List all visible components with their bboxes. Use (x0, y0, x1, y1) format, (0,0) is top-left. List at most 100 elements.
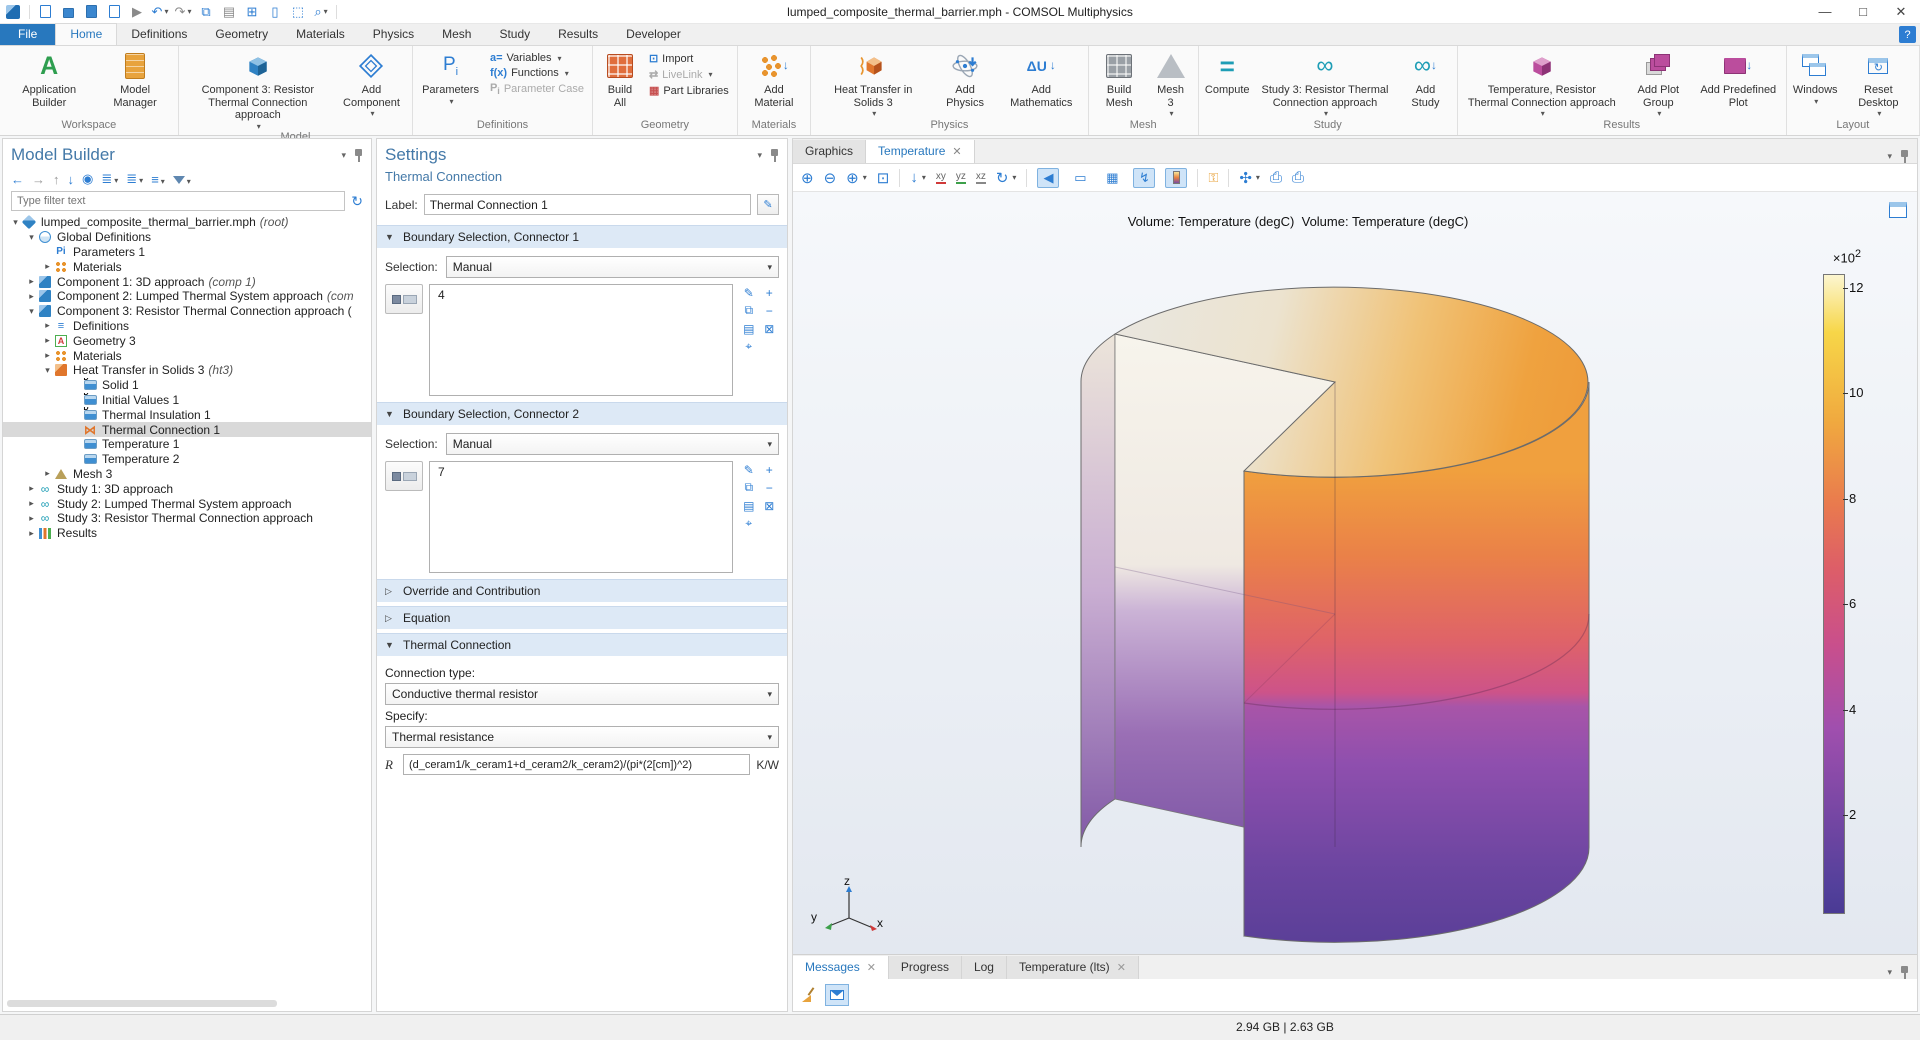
tree-item-definitions[interactable]: ▸ ≡ Definitions (3, 319, 371, 334)
tab-messages[interactable]: Messages ✕ (793, 956, 889, 979)
create-selection-button[interactable]: ✎ (739, 284, 759, 301)
show-axis-orientation-icon[interactable]: ↯ (1133, 167, 1156, 188)
thermal-resistance-input[interactable] (403, 754, 751, 775)
section-thermal-connection[interactable]: ▼ Thermal Connection (377, 633, 787, 656)
environment-reflections-icon[interactable]: ✣ ▾ (1239, 169, 1260, 187)
application-builder-button[interactable]: A Application Builder (4, 48, 94, 109)
tree-item-solid-1[interactable]: Solid 1 (3, 378, 371, 393)
show-icon[interactable]: ◉ (82, 171, 93, 187)
add-mathematics-button[interactable]: ΔU ↓ Add Mathematics (999, 48, 1084, 109)
selection-list-2[interactable]: 7 (429, 461, 733, 573)
specify-dropdown[interactable]: Thermal resistance (385, 726, 779, 748)
section-boundary-selection-connector-1[interactable]: ▼ Boundary Selection, Connector 1 (377, 225, 787, 248)
active-selection-toggle-2[interactable] (385, 461, 423, 491)
tab-file[interactable]: File (0, 24, 56, 45)
tab-results[interactable]: Results (544, 24, 612, 45)
run-icon[interactable]: ▶ (129, 4, 145, 19)
zoom-to-selection-button[interactable]: ⌖ (739, 515, 759, 532)
tree-item-study-2[interactable]: ▸ ∞ Study 2: Lumped Thermal System approac… (3, 496, 371, 511)
clear-selection-button[interactable]: ⊠ (760, 497, 780, 514)
add-physics-button[interactable]: Add Physics (933, 48, 996, 109)
tab-mesh[interactable]: Mesh (428, 24, 485, 45)
close-tab-icon[interactable]: ✕ (1117, 961, 1126, 974)
snapshot-camera-icon[interactable]: ⎙ (1270, 169, 1282, 186)
tab-temperature[interactable]: Temperature ✕ (866, 140, 975, 163)
section-equation[interactable]: ▷ Equation (377, 606, 787, 629)
tree-item-heat-transfer-in-solids-3[interactable]: ▾ Heat Transfer in Solids 3 (ht3) (3, 363, 371, 378)
zoom-to-selection-button[interactable]: ⌖ (739, 338, 759, 355)
view-xy-icon[interactable]: xy (935, 171, 946, 184)
new-file-icon[interactable] (37, 4, 53, 19)
temperature-3d-plot[interactable] (793, 192, 1893, 952)
tree-item-study-1[interactable]: ▸ ∞ Study 1: 3D approach (3, 481, 371, 496)
view-yz-icon[interactable]: yz (955, 171, 966, 184)
model-tree-nodes-icon[interactable]: ≡ ▾ (151, 172, 165, 187)
build-mesh-button[interactable]: Build Mesh (1093, 48, 1146, 109)
add-predefined-plot-button[interactable]: ↓ Add Predefined Plot (1695, 48, 1782, 109)
tab-log[interactable]: Log (961, 956, 1007, 979)
panel-menu-icon[interactable]: ▾ (341, 150, 346, 161)
clear-selection-button[interactable]: ⊠ (760, 320, 780, 337)
copy-selection-button[interactable]: ⧉ (739, 479, 759, 496)
zoom-in-icon[interactable]: ⊕ (801, 169, 814, 187)
parameters-button[interactable]: Pi Parameters ▾ (417, 48, 484, 106)
active-selection-toggle-1[interactable] (385, 284, 423, 314)
redo-icon[interactable]: ↷ ▾ (175, 4, 192, 19)
zoom-out-icon[interactable]: ⊖ (824, 169, 837, 187)
pin-icon[interactable] (354, 148, 363, 162)
panel-menu-icon[interactable]: ▾ (757, 150, 762, 161)
collapse-all-icon[interactable]: ≣ ▾ (101, 171, 118, 187)
show-color-legend-icon[interactable] (1165, 167, 1188, 188)
tab-geometry[interactable]: Geometry (201, 24, 282, 45)
zoom-box-icon[interactable]: ⊕ ▾ (846, 169, 867, 187)
select-icon[interactable]: ⬚ (290, 4, 306, 19)
add-material-button[interactable]: ↓ Add Material (742, 48, 806, 109)
tab-temperature-lts[interactable]: Temperature (lts) ✕ (1006, 956, 1139, 979)
paste-selection-button[interactable]: ▤ (739, 320, 759, 337)
tree-item-results[interactable]: ▸ Results (3, 526, 371, 541)
rotate-icon[interactable]: ↻ ▾ (996, 169, 1017, 187)
tree-item-component-3[interactable]: ▾ Component 3: Resistor Thermal Connectio… (3, 304, 371, 319)
close-tab-icon[interactable]: ✕ (867, 961, 876, 974)
filter-icon[interactable]: ▾ (172, 172, 191, 187)
add-to-selection-button[interactable]: + (760, 284, 780, 301)
tree-item-component-2[interactable]: ▸ Component 2: Lumped Thermal System appr… (3, 289, 371, 304)
tree-item-mesh-3[interactable]: ▸ Mesh 3 (3, 467, 371, 482)
section-override-and-contribution[interactable]: ▷ Override and Contribution (377, 579, 787, 602)
tab-physics[interactable]: Physics (359, 24, 428, 45)
pin-icon[interactable] (1900, 966, 1909, 979)
print-icon[interactable]: ⎙ (1292, 169, 1304, 186)
copy-icon[interactable]: ⧉ (198, 4, 214, 19)
remove-from-selection-button[interactable]: − (760, 302, 780, 319)
grid-icon[interactable]: ▦ (1101, 168, 1123, 188)
paste-icon[interactable]: ▤ (221, 4, 237, 19)
tab-progress[interactable]: Progress (888, 956, 962, 979)
rename-button[interactable]: ✎ (757, 194, 779, 215)
collapse-triangle-icon[interactable]: ▼ (385, 409, 395, 419)
variables-button[interactable]: a= Variables ▾ (490, 52, 584, 64)
part-libraries-button[interactable]: ▦ Part Libraries (649, 84, 729, 98)
add-plot-group-button[interactable]: Add Plot Group ▾ (1624, 48, 1693, 118)
minimize-button[interactable]: — (1806, 0, 1844, 23)
copy-selection-button[interactable]: ⧉ (739, 302, 759, 319)
selection-dropdown-2[interactable]: Manual (445, 433, 779, 455)
tree-item-global-definitions[interactable]: ▾ Global Definitions (3, 230, 371, 245)
add-component-button[interactable]: Add Component ▾ (335, 48, 408, 118)
tree-item-geometry-3[interactable]: ▸ A Geometry 3 (3, 333, 371, 348)
panel-menu-icon[interactable]: ▾ (1887, 967, 1892, 978)
tree-item-component-1[interactable]: ▸ Component 1: 3D approach (comp 1) (3, 274, 371, 289)
delete-icon[interactable]: ▯ (267, 4, 283, 19)
temperature-plot-button[interactable]: Temperature, Resistor Thermal Connection… (1462, 48, 1622, 118)
refresh-icon[interactable]: ↻ (351, 193, 363, 210)
component-3-button[interactable]: Component 3: Resistor Thermal Connection… (183, 48, 333, 131)
add-to-selection-button[interactable]: + (760, 461, 780, 478)
default-view-icon[interactable]: ◀ (1037, 167, 1060, 188)
expand-triangle-icon[interactable]: ▷ (385, 586, 395, 597)
move-up-icon[interactable]: ↑ (53, 172, 60, 187)
tree-item-study-3[interactable]: ▸ ∞ Study 3: Resistor Thermal Connection a… (3, 511, 371, 526)
pin-icon[interactable] (1900, 150, 1909, 163)
zoom-search-icon[interactable]: ⌕ ▾ (313, 4, 329, 19)
message-window-icon[interactable] (825, 984, 849, 1006)
zoom-extents-icon[interactable]: ⊡ (877, 169, 890, 187)
tree-item-temperature-2[interactable]: Temperature 2 (3, 452, 371, 467)
